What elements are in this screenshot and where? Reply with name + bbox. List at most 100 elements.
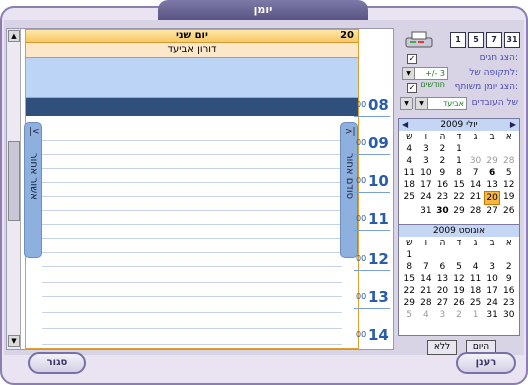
calendar-day[interactable]: 4 — [401, 155, 418, 167]
calendar-day[interactable]: 16 — [434, 179, 451, 191]
calendar-day[interactable]: 6 — [484, 167, 501, 179]
calendar-day[interactable]: 4 — [467, 261, 484, 273]
calendar-day[interactable]: 3 — [418, 155, 435, 167]
calendar-day[interactable]: 4 — [418, 309, 435, 321]
time-slot[interactable] — [42, 270, 342, 283]
calendar-day[interactable]: 17 — [484, 285, 501, 297]
calendar-day[interactable]: 29 — [484, 155, 501, 167]
scroll-up-icon[interactable]: ▲ — [8, 30, 20, 42]
calendar-day[interactable]: 29 — [401, 297, 418, 309]
calendar-day[interactable]: 13 — [484, 179, 501, 191]
calendar-day[interactable]: 22 — [401, 285, 418, 297]
calendar-day[interactable]: 12 — [451, 273, 468, 285]
time-slot[interactable] — [42, 316, 342, 329]
none-button[interactable]: ללא — [427, 340, 457, 355]
calendar-day[interactable]: 12 — [500, 179, 517, 191]
calendar-day[interactable]: 3 — [434, 309, 451, 321]
calendar-day[interactable]: 19 — [451, 285, 468, 297]
time-slot[interactable] — [42, 300, 342, 313]
calendar-day[interactable]: 5 — [401, 309, 418, 321]
calendar-day[interactable]: 25 — [467, 297, 484, 309]
calendar-day[interactable]: 14 — [418, 273, 435, 285]
calendar-day[interactable]: 21 — [418, 285, 435, 297]
calendar-day[interactable]: 29 — [451, 205, 468, 217]
calendar-day[interactable]: 14 — [467, 179, 484, 191]
calendar-day[interactable]: 21 — [467, 191, 484, 205]
calendar-day[interactable]: 2 — [434, 143, 451, 155]
calendar-day[interactable]: 20 — [483, 191, 501, 205]
calendar-day[interactable]: 18 — [467, 285, 484, 297]
time-slot[interactable] — [42, 332, 342, 345]
vertical-scrollbar[interactable]: ▲ ▼ — [7, 29, 21, 349]
period-select[interactable]: ▼ +/- 3 חודשים — [402, 67, 448, 89]
time-slot[interactable] — [42, 142, 342, 155]
calendar-day[interactable]: 15 — [451, 179, 468, 191]
calendar-day[interactable]: 1 — [451, 155, 468, 167]
time-slot[interactable] — [42, 240, 342, 253]
refresh-button[interactable]: רענן — [456, 352, 516, 374]
scroll-down-icon[interactable]: ▼ — [8, 335, 20, 347]
calendar-day[interactable]: 6 — [434, 261, 451, 273]
scroll-thumb[interactable] — [8, 141, 20, 221]
calendar-day[interactable]: 23 — [500, 297, 517, 309]
calendar-day[interactable]: 23 — [434, 191, 451, 205]
calendar-day[interactable]: 1 — [467, 309, 484, 321]
calendar-day[interactable]: 9 — [500, 273, 517, 285]
calendar-day[interactable]: 24 — [418, 191, 435, 205]
calendar-day[interactable]: 16 — [500, 285, 517, 297]
calendar-day[interactable]: 5 — [500, 167, 517, 179]
calendar-day[interactable]: 20 — [434, 285, 451, 297]
calendar-day[interactable]: 26 — [500, 205, 517, 217]
calendar-day[interactable]: 15 — [401, 273, 418, 285]
calendar-day[interactable]: 13 — [434, 273, 451, 285]
prev-day-tab[interactable]: |< אשור אחור — [24, 122, 42, 258]
prev-month-icon[interactable]: ◀ — [402, 119, 408, 131]
time-slot[interactable] — [42, 184, 342, 197]
calendar-day[interactable]: 27 — [434, 297, 451, 309]
employees-extra-select[interactable]: ▼ — [400, 97, 413, 110]
shared-calendar-checkbox[interactable]: ✓ — [407, 83, 417, 93]
calendar-day[interactable]: 2 — [451, 309, 468, 321]
calendar-day[interactable]: 24 — [484, 297, 501, 309]
calendar-day[interactable]: 1 — [451, 143, 468, 155]
calendar-day[interactable]: 17 — [418, 179, 435, 191]
calendar-day[interactable]: 27 — [484, 205, 501, 217]
calendar-day[interactable]: 10 — [484, 273, 501, 285]
calendar-day[interactable]: 11 — [467, 273, 484, 285]
calendar-day[interactable]: 4 — [401, 143, 418, 155]
calendar-day[interactable]: 19 — [500, 191, 517, 205]
calendar-day[interactable]: 30 — [500, 309, 517, 321]
calendar-day[interactable]: 10 — [418, 167, 435, 179]
person-row[interactable]: דורון אביעד — [26, 43, 358, 58]
time-slot[interactable] — [42, 254, 342, 267]
view-7-day-button[interactable]: 7 — [486, 32, 502, 48]
calendar-day[interactable]: 28 — [418, 297, 435, 309]
all-day-area[interactable] — [26, 58, 358, 98]
time-slot[interactable] — [42, 226, 342, 239]
calendar-day[interactable]: 25 — [401, 191, 418, 205]
calendar-day[interactable]: 7 — [418, 261, 435, 273]
calendar-day[interactable]: 9 — [434, 167, 451, 179]
time-slot[interactable] — [42, 156, 342, 169]
day-header[interactable]: 20 יום שני — [26, 30, 358, 43]
time-slot[interactable] — [42, 198, 342, 211]
calendar-day[interactable]: 28 — [467, 205, 484, 217]
calendar-day[interactable]: 28 — [500, 155, 517, 167]
calendar-day[interactable]: 31 — [484, 309, 501, 321]
calendar-day[interactable]: 22 — [451, 191, 468, 205]
calendar-day[interactable]: 8 — [451, 167, 468, 179]
employee-select[interactable]: ▼ אביעד — [415, 97, 467, 110]
view-5-day-button[interactable]: 5 — [468, 32, 484, 48]
next-month-icon[interactable]: ▶ — [510, 119, 516, 131]
calendar-day[interactable]: 8 — [401, 261, 418, 273]
calendar-day[interactable]: 26 — [451, 297, 468, 309]
calendar-day[interactable]: 18 — [401, 179, 418, 191]
calendar-day[interactable]: 5 — [451, 261, 468, 273]
show-holidays-checkbox[interactable]: ✓ — [407, 54, 417, 64]
calendar-day[interactable]: 3 — [484, 261, 501, 273]
calendar-day[interactable]: 2 — [434, 155, 451, 167]
calendar-day[interactable]: 7 — [467, 167, 484, 179]
calendar-day[interactable]: 1 — [401, 249, 418, 261]
calendar-day[interactable]: 31 — [418, 205, 435, 217]
time-slot[interactable] — [42, 212, 342, 225]
